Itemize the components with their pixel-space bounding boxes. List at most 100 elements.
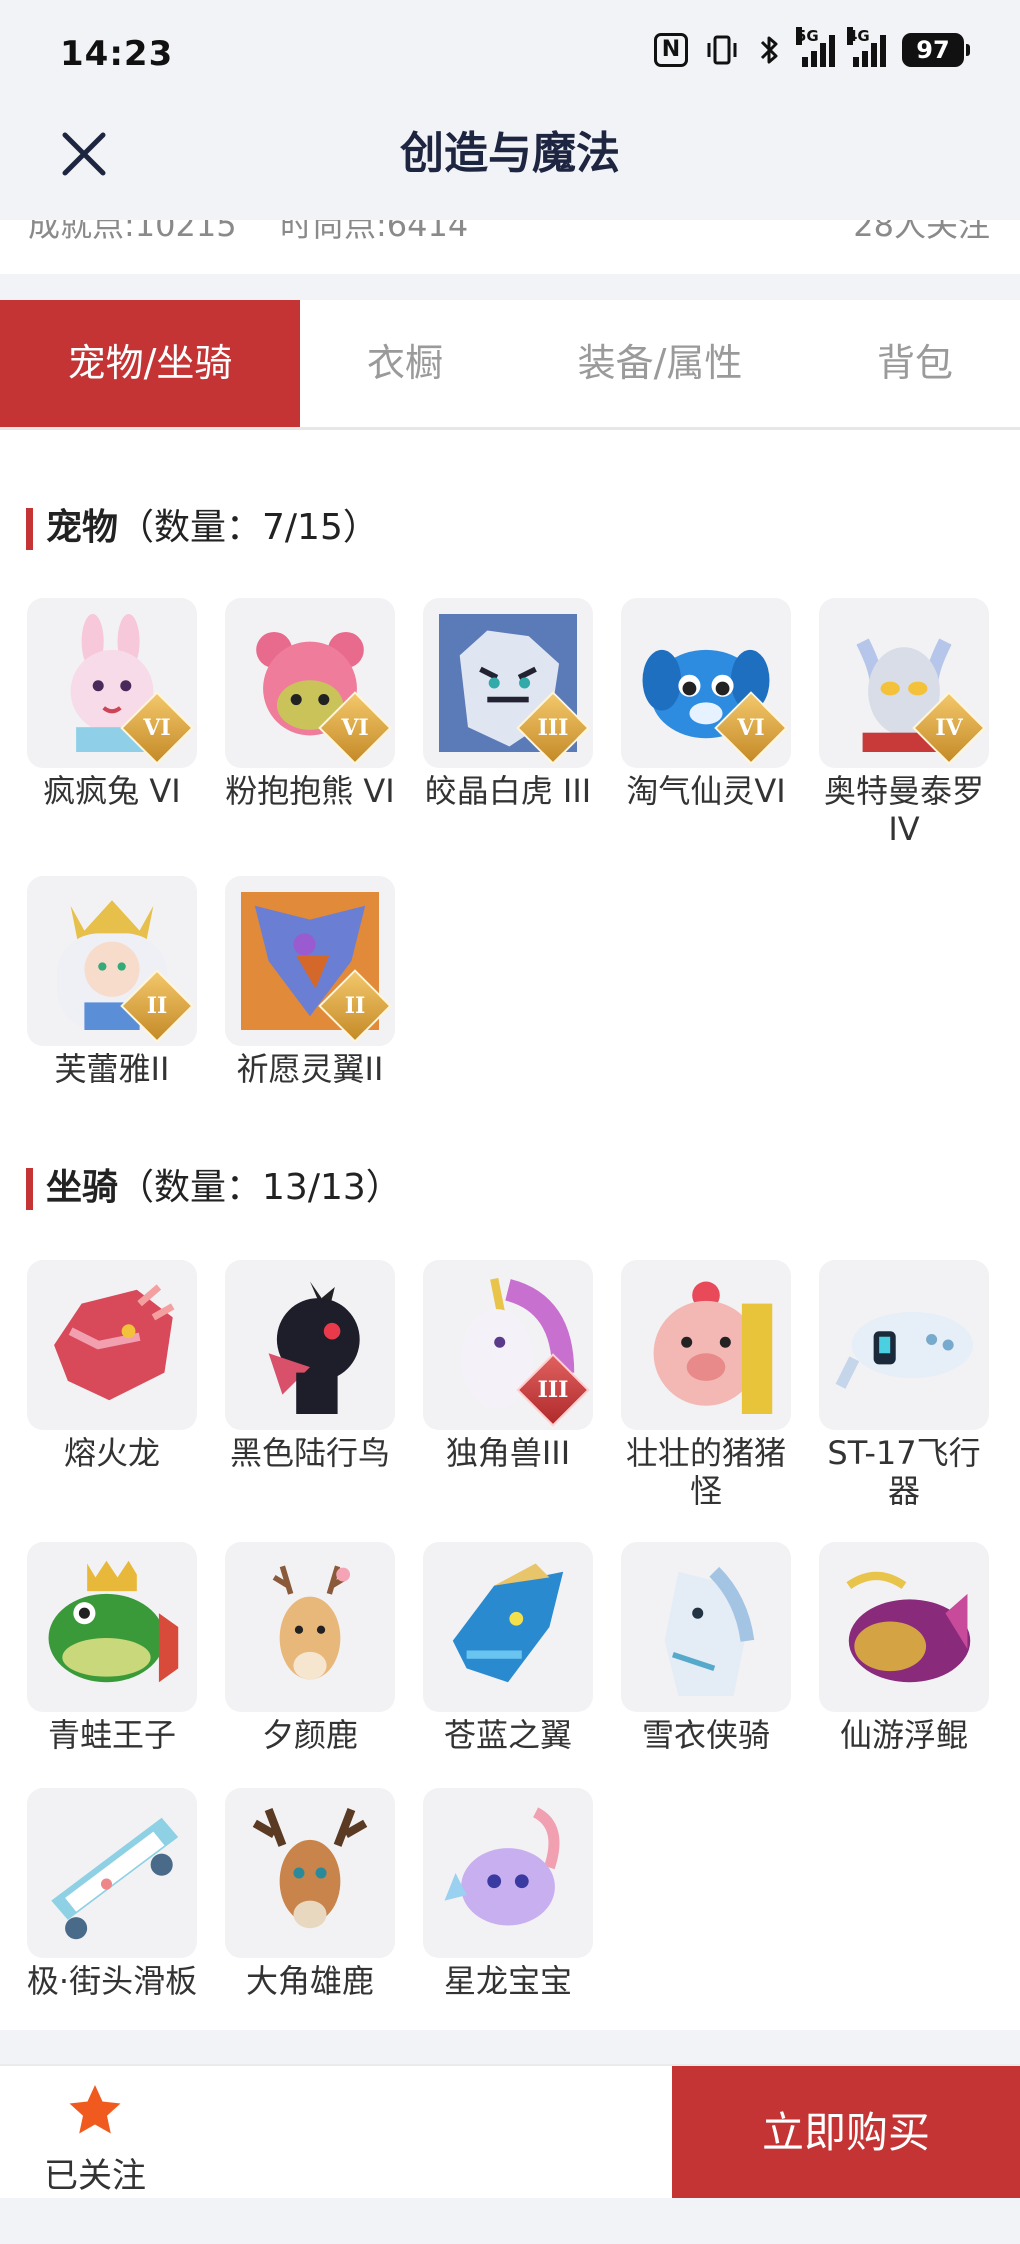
mount-thumbnail <box>819 1542 989 1712</box>
mount-name: 壮壮的猪猪怪 <box>625 1434 786 1510</box>
level-badge: IV <box>935 715 963 741</box>
mounts-section-title: 坐骑（数量：13/13） <box>26 1164 526 1212</box>
tab-equipment[interactable]: 装备/属性 <box>530 300 790 427</box>
follow-label: 已关注 <box>44 2156 146 2196</box>
bottom-action-bar: 已关注 立即购买 <box>0 2064 1020 2200</box>
mount-item[interactable]: 青蛙王子 <box>22 1542 202 1754</box>
mount-item[interactable]: 苍蓝之翼 <box>418 1542 598 1754</box>
mount-item[interactable]: 大角雄鹿 <box>220 1788 400 2000</box>
tab-pets-mounts[interactable]: 宠物/坐骑 <box>0 300 300 427</box>
aircraft-icon <box>835 1311 973 1389</box>
pet-item[interactable]: VI 粉抱抱熊 VI <box>220 598 400 810</box>
mounts-count: （数量：13/13） <box>118 1167 402 1208</box>
mount-name: 苍蓝之翼 <box>443 1716 572 1754</box>
info-strip: 成就点:10215 时尚点:6414 28人关注 <box>0 220 1020 274</box>
mount-item[interactable]: 熔火龙 <box>22 1260 202 1472</box>
mount-name: 青蛙王子 <box>47 1716 176 1754</box>
battery-level: 97 <box>902 33 970 67</box>
mount-item[interactable]: 仙游浮鲲 <box>814 1542 994 1754</box>
pet-thumbnail: VI <box>621 598 791 768</box>
page-title: 创造与魔法 <box>400 128 620 179</box>
pet-item[interactable]: VI 疯疯兔 VI <box>22 598 202 810</box>
mount-name: 独角兽III <box>445 1434 571 1472</box>
mount-thumbnail <box>423 1788 593 1958</box>
signal-4g-icon: 4G <box>847 27 886 70</box>
nfc-icon: N <box>654 30 688 70</box>
pet-item[interactable]: II 芙蕾雅II <box>22 876 202 1088</box>
pet-item[interactable]: VI 淘气仙灵VI <box>616 598 796 810</box>
mount-item[interactable]: 雪衣侠骑 <box>616 1542 796 1754</box>
mount-item[interactable]: 夕颜鹿 <box>220 1542 400 1754</box>
pets-section-title: 宠物（数量：7/15） <box>26 504 526 552</box>
mount-name: 星龙宝宝 <box>443 1962 572 2000</box>
mount-item[interactable]: 黑色陆行鸟 <box>220 1260 400 1472</box>
snow-horse-icon <box>664 1566 755 1696</box>
level-badge: II <box>146 993 168 1019</box>
pet-thumbnail: VI <box>225 598 395 768</box>
mount-item[interactable]: 极·街头滑板 <box>22 1788 202 2000</box>
pig-icon <box>653 1281 773 1414</box>
level-badge: III <box>537 715 569 741</box>
status-time: 14:23 <box>60 34 174 74</box>
mount-name: 大角雄鹿 <box>245 1962 374 2000</box>
section-marker <box>26 1168 33 1210</box>
deer-icon <box>272 1565 351 1680</box>
pet-name: 芙蕾雅II <box>54 1050 170 1088</box>
signal-5g-icon: 5G <box>796 27 835 70</box>
pet-thumbnail: VI <box>27 598 197 768</box>
follow-button[interactable]: 已关注 <box>30 2082 160 2197</box>
bluetooth-icon <box>756 30 784 70</box>
floating-kun-icon <box>846 1571 971 1683</box>
mount-name: ST-17飞行器 <box>827 1434 981 1510</box>
black-chocobo-icon <box>268 1281 360 1414</box>
tab-bar: 宠物/坐骑 衣橱 装备/属性 背包 <box>0 300 1020 430</box>
mount-thumbnail <box>621 1542 791 1712</box>
mount-name: 夕颜鹿 <box>261 1716 358 1754</box>
baby-star-dragon-icon <box>444 1807 560 1926</box>
mount-name: 雪衣侠骑 <box>641 1716 770 1754</box>
mount-name: 黑色陆行鸟 <box>229 1434 390 1472</box>
level-badge: II <box>344 993 366 1019</box>
pet-name: 祈愿灵翼II <box>236 1050 384 1088</box>
mount-name: 极·街头滑板 <box>26 1962 198 2000</box>
mount-thumbnail: III <box>423 1260 593 1430</box>
mount-thumbnail <box>27 1260 197 1430</box>
status-icons: N 5G 4G 97 <box>654 27 970 70</box>
pet-thumbnail: III <box>423 598 593 768</box>
mount-thumbnail <box>225 1260 395 1430</box>
mount-thumbnail <box>225 1542 395 1712</box>
pet-thumbnail: II <box>225 876 395 1046</box>
frog-prince-icon <box>48 1560 179 1683</box>
battery-icon: 97 <box>902 30 970 70</box>
tab-wardrobe[interactable]: 衣橱 <box>300 300 510 427</box>
mount-name: 仙游浮鲲 <box>839 1716 968 1754</box>
mount-thumbnail <box>27 1542 197 1712</box>
mounts-title: 坐骑 <box>46 1167 119 1208</box>
azure-wing-icon <box>452 1563 564 1683</box>
pet-name: 奥特曼泰罗IV <box>823 772 984 848</box>
mount-item[interactable]: ST-17飞行器 <box>814 1260 994 1510</box>
pet-item[interactable]: III 皎晶白虎 III <box>418 598 598 810</box>
mount-thumbnail <box>819 1260 989 1430</box>
tab-backpack[interactable]: 背包 <box>830 300 1000 427</box>
lava-dragon-icon <box>54 1284 175 1401</box>
mount-item[interactable]: III 独角兽III <box>418 1260 598 1472</box>
pet-item[interactable]: IV 奥特曼泰罗IV <box>814 598 994 848</box>
fashion-points: 时尚点:6414 <box>280 220 469 244</box>
mount-thumbnail <box>27 1788 197 1958</box>
page-header: 创造与魔法 <box>0 110 1020 220</box>
pet-name: 疯疯兔 VI <box>43 772 181 810</box>
skateboard-icon <box>51 1817 179 1940</box>
buy-now-button[interactable]: 立即购买 <box>672 2066 1020 2200</box>
mount-item[interactable]: 壮壮的猪猪怪 <box>616 1260 796 1510</box>
pets-title: 宠物 <box>46 507 119 548</box>
mount-item[interactable]: 星龙宝宝 <box>418 1788 598 2000</box>
star-icon <box>69 2085 121 2134</box>
system-nav-area <box>0 2198 1020 2244</box>
level-badge: VI <box>341 715 369 741</box>
status-bar: 14:23 N 5G 4G 97 <box>0 0 1020 110</box>
stag-icon <box>252 1808 368 1929</box>
level-badge: VI <box>737 715 765 741</box>
vibrate-icon <box>704 30 740 70</box>
pet-item[interactable]: II 祈愿灵翼II <box>220 876 400 1088</box>
